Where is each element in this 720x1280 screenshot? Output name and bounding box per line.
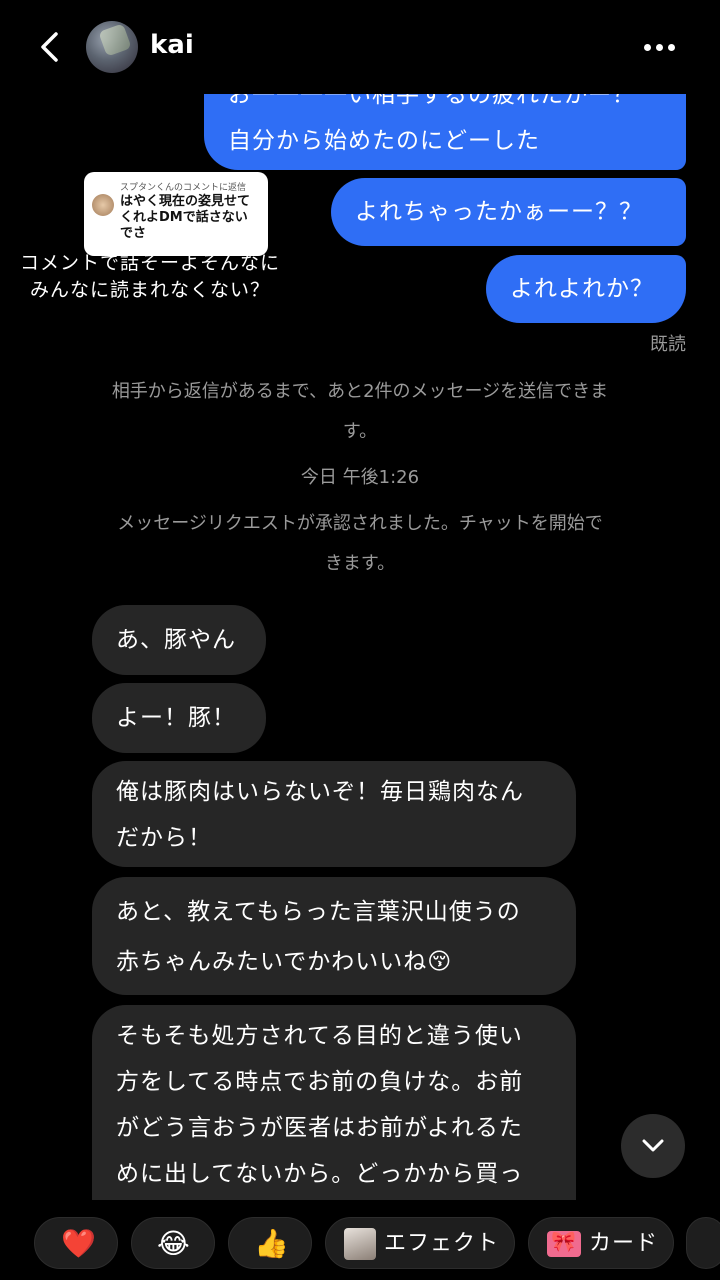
request-accepted-notice: メッセージリクエストが承認されました。チャットを開始で きます。 — [117, 513, 603, 574]
effect-label: エフェクト — [384, 1231, 500, 1256]
username[interactable]: kai — [150, 30, 194, 60]
chat-header: kai — [0, 0, 720, 94]
message-line: だから！ — [116, 825, 212, 851]
effect-thumbnail-icon — [344, 1228, 376, 1260]
laugh-reaction-button[interactable]: 😂 — [131, 1217, 215, 1269]
message-line: 自分から始めたのにどーした — [228, 128, 540, 154]
more-chip[interactable] — [686, 1217, 720, 1269]
seen-indicator: 既読 — [650, 334, 686, 355]
heart-reaction-button[interactable]: ❤️ — [34, 1217, 118, 1269]
message-line: よー！豚！ — [116, 705, 236, 731]
received-message[interactable]: あ、豚やん — [92, 605, 266, 675]
thumbs-up-reaction-button[interactable]: 👍 — [228, 1217, 312, 1269]
message-line: よれちゃったかぁーー？？ — [355, 199, 643, 225]
video-caption: コメントで話そーよそんなに みんなに読まれなくない？ — [19, 252, 280, 301]
message-line: 赤ちゃんみたいでかわいいね😚 — [116, 949, 453, 975]
message-line: がどう言おうが医者はお前がよれるた — [116, 1115, 523, 1141]
message-line: 俺は豚肉はいらないぞ！毎日鶏肉なん — [116, 779, 524, 805]
quick-reaction-bar: ❤️ 😂 👍 エフェクト カード — [0, 1205, 720, 1280]
timestamp: 今日 午後1:26 — [300, 467, 420, 488]
thumbs-up-icon: 👍 — [254, 1227, 289, 1260]
message-line: そもそも処方されてる目的と違う使い — [116, 1023, 523, 1049]
effect-button[interactable]: エフェクト — [325, 1217, 515, 1269]
laughing-face-icon: 😂 — [157, 1227, 190, 1260]
comment-reply-sticker: スプタンくんのコメントに返信 はやく現在の姿見せてくれよDMで話さないでさ — [84, 172, 268, 256]
sent-message[interactable]: よれちゃったかぁーー？？ — [331, 178, 686, 246]
sent-message[interactable]: よれよれか？ — [486, 255, 686, 323]
avatar — [92, 194, 114, 216]
more-horizontal-icon — [644, 44, 651, 51]
message-line: めに出してないから。どっかから買っ — [116, 1161, 524, 1187]
more-options-button[interactable] — [636, 30, 682, 64]
received-message[interactable]: そもそも処方されてる目的と違う使い 方をしてる時点でお前の負けな。お前 がどう言… — [92, 1005, 576, 1200]
chevron-left-icon — [41, 32, 58, 62]
avatar[interactable] — [86, 21, 138, 73]
sticker-heading: スプタンくんのコメントに返信 — [120, 183, 247, 193]
gift-card-icon — [547, 1229, 581, 1257]
chevron-down-icon — [642, 1139, 664, 1152]
back-button[interactable] — [30, 24, 70, 70]
received-message[interactable]: 俺は豚肉はいらないぞ！毎日鶏肉なん だから！ — [92, 761, 576, 867]
message-line: 方をしてる時点でお前の負けな。お前 — [116, 1069, 524, 1095]
heart-icon: ❤️ — [61, 1227, 96, 1260]
message-limit-notice: 相手から返信があるまで、あと2件のメッセージを送信できま す。 — [111, 381, 609, 442]
scroll-to-bottom-button[interactable] — [621, 1114, 685, 1178]
message-line: よれよれか？ — [510, 276, 654, 302]
card-label: カード — [589, 1231, 659, 1256]
sticker-text: はやく現在の姿見せてくれよDMで話さないでさ — [120, 194, 251, 241]
card-button[interactable]: カード — [528, 1217, 674, 1269]
received-message[interactable]: あと、教えてもらった言葉沢山使うの 赤ちゃんみたいでかわいいね😚 — [92, 877, 576, 995]
message-line: あと、教えてもらった言葉沢山使うの — [116, 899, 521, 925]
received-message[interactable]: よー！豚！ — [92, 683, 266, 753]
message-line: あ、豚やん — [116, 627, 236, 653]
